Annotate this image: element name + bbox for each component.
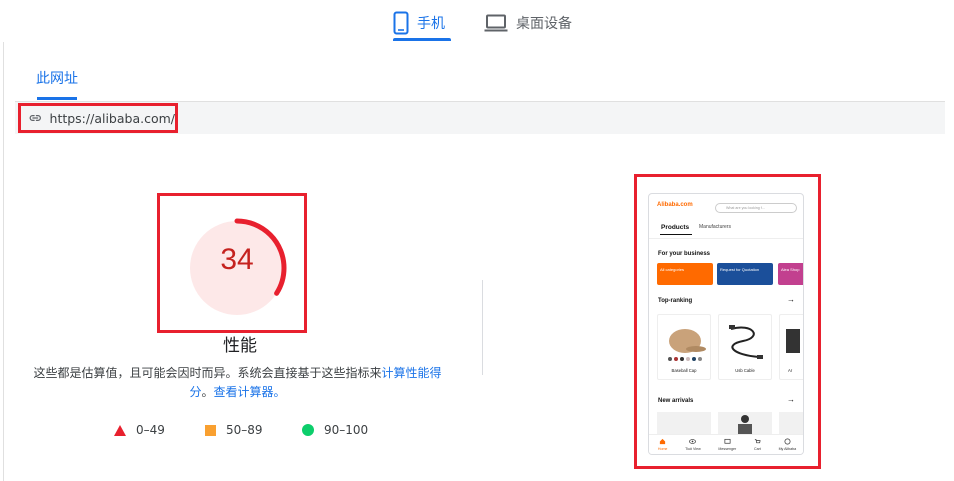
- device-tabs: 手机 桌面设备: [0, 0, 954, 42]
- url-highlight-box[interactable]: https://alibaba.com/: [18, 103, 178, 133]
- cart-icon: [754, 438, 761, 444]
- cable-icon: [729, 325, 763, 359]
- ss-nav-myalibaba-label: My Alibaba: [778, 447, 797, 451]
- triangle-icon: [114, 424, 126, 436]
- ss-bottom-nav: Home Tiu# View Messenger Cart My Alibaba: [649, 434, 803, 454]
- square-icon: [205, 424, 216, 436]
- phone-icon: [393, 11, 409, 35]
- ss-arrival-3: [779, 412, 803, 434]
- ss-card-categories: All categories: [657, 263, 713, 285]
- tab-this-url-indicator: [37, 97, 77, 100]
- ss-nav-home-label: Home: [657, 447, 668, 451]
- link-icon: [29, 115, 41, 121]
- ss-tab-products: Products: [661, 224, 690, 231]
- ss-card-shop: Alea Shop: [778, 263, 803, 285]
- tab-mobile-label: 手机: [417, 16, 445, 32]
- ss-product-cable-name: Usb Cable: [735, 368, 755, 373]
- laptop-icon: [484, 14, 508, 32]
- ss-product-cable: Usb Cable: [718, 314, 772, 380]
- ss-nav-view-label: Tiu# View: [685, 447, 701, 451]
- ss-section-arrivals: New arrivals: [658, 398, 694, 404]
- performance-title: 性能: [223, 336, 257, 356]
- legend-average: 50–89: [205, 422, 263, 438]
- tab-mobile[interactable]: 手机: [393, 6, 445, 40]
- product-icon: [786, 329, 800, 353]
- ss-section-ranking: Top-ranking: [658, 298, 693, 304]
- content-border: [3, 42, 4, 481]
- ss-tab-indicator: [660, 234, 692, 235]
- vertical-divider: [482, 280, 483, 375]
- ss-product-third: Ar: [779, 314, 803, 380]
- ss-divider: [649, 238, 803, 239]
- ss-logo: Alibaba.com: [657, 202, 693, 208]
- ss-nav-messenger-label: Messenger: [718, 447, 737, 451]
- ss-product-cap: Baseball Cap: [657, 314, 711, 380]
- arrow-right-icon: →: [787, 395, 795, 404]
- performance-score: 34: [220, 243, 254, 276]
- tab-mobile-indicator: [393, 38, 451, 41]
- legend-good-label: 90–100: [324, 423, 369, 437]
- performance-description: 这些都是估算值，且可能会因时而异。系统会直接基于这些指标来计算性能得分。查看计算…: [30, 364, 445, 402]
- ss-arrival-1: [657, 412, 711, 434]
- cap-icon: [668, 329, 706, 361]
- ss-nav-cart: Cart: [754, 438, 761, 451]
- chat-icon: [724, 438, 731, 444]
- circle-icon: [302, 424, 314, 436]
- ss-nav-view: Tiu# View: [685, 438, 701, 451]
- ss-nav-myalibaba: My Alibaba: [778, 438, 797, 451]
- tab-desktop-label: 桌面设备: [516, 16, 572, 32]
- ss-product-third-name: Ar: [788, 368, 793, 373]
- url-text: https://alibaba.com/: [49, 110, 175, 126]
- user-icon: [784, 438, 791, 445]
- legend-average-label: 50–89: [226, 423, 263, 437]
- tab-desktop[interactable]: 桌面设备: [484, 6, 572, 40]
- page-screenshot[interactable]: Alibaba.com What are you looking f... Pr…: [648, 193, 804, 455]
- arrow-right-icon: →: [787, 295, 795, 304]
- home-icon: [660, 438, 666, 445]
- eye-icon: [689, 439, 697, 444]
- ss-arrival-2: [718, 412, 772, 434]
- ss-product-cap-name: Baseball Cap: [671, 368, 697, 373]
- description-text: 这些都是估算值，且可能会因时而异。系统会直接基于这些指标来: [33, 366, 382, 380]
- legend-good: 90–100: [302, 422, 368, 438]
- ss-nav-home: Home: [657, 438, 668, 451]
- person-icon: [738, 415, 752, 434]
- view-calculator-link[interactable]: 查看计算器。: [214, 385, 286, 399]
- legend-poor: 0–49: [114, 422, 165, 438]
- description-mid: 。: [201, 385, 214, 399]
- tab-this-url[interactable]: 此网址: [36, 68, 78, 88]
- ss-section-business: For your business: [658, 251, 711, 257]
- ss-nav-cart-label: Cart: [753, 447, 761, 451]
- ss-card-rfq: Request for Quotation: [717, 263, 773, 285]
- ss-tabs: Products Manufacturers: [661, 224, 731, 231]
- ss-search: What are you looking f...: [715, 203, 797, 213]
- ss-nav-messenger: Messenger: [718, 438, 736, 451]
- ss-tab-manufacturers: Manufacturers: [699, 224, 731, 230]
- legend-poor-label: 0–49: [136, 423, 165, 437]
